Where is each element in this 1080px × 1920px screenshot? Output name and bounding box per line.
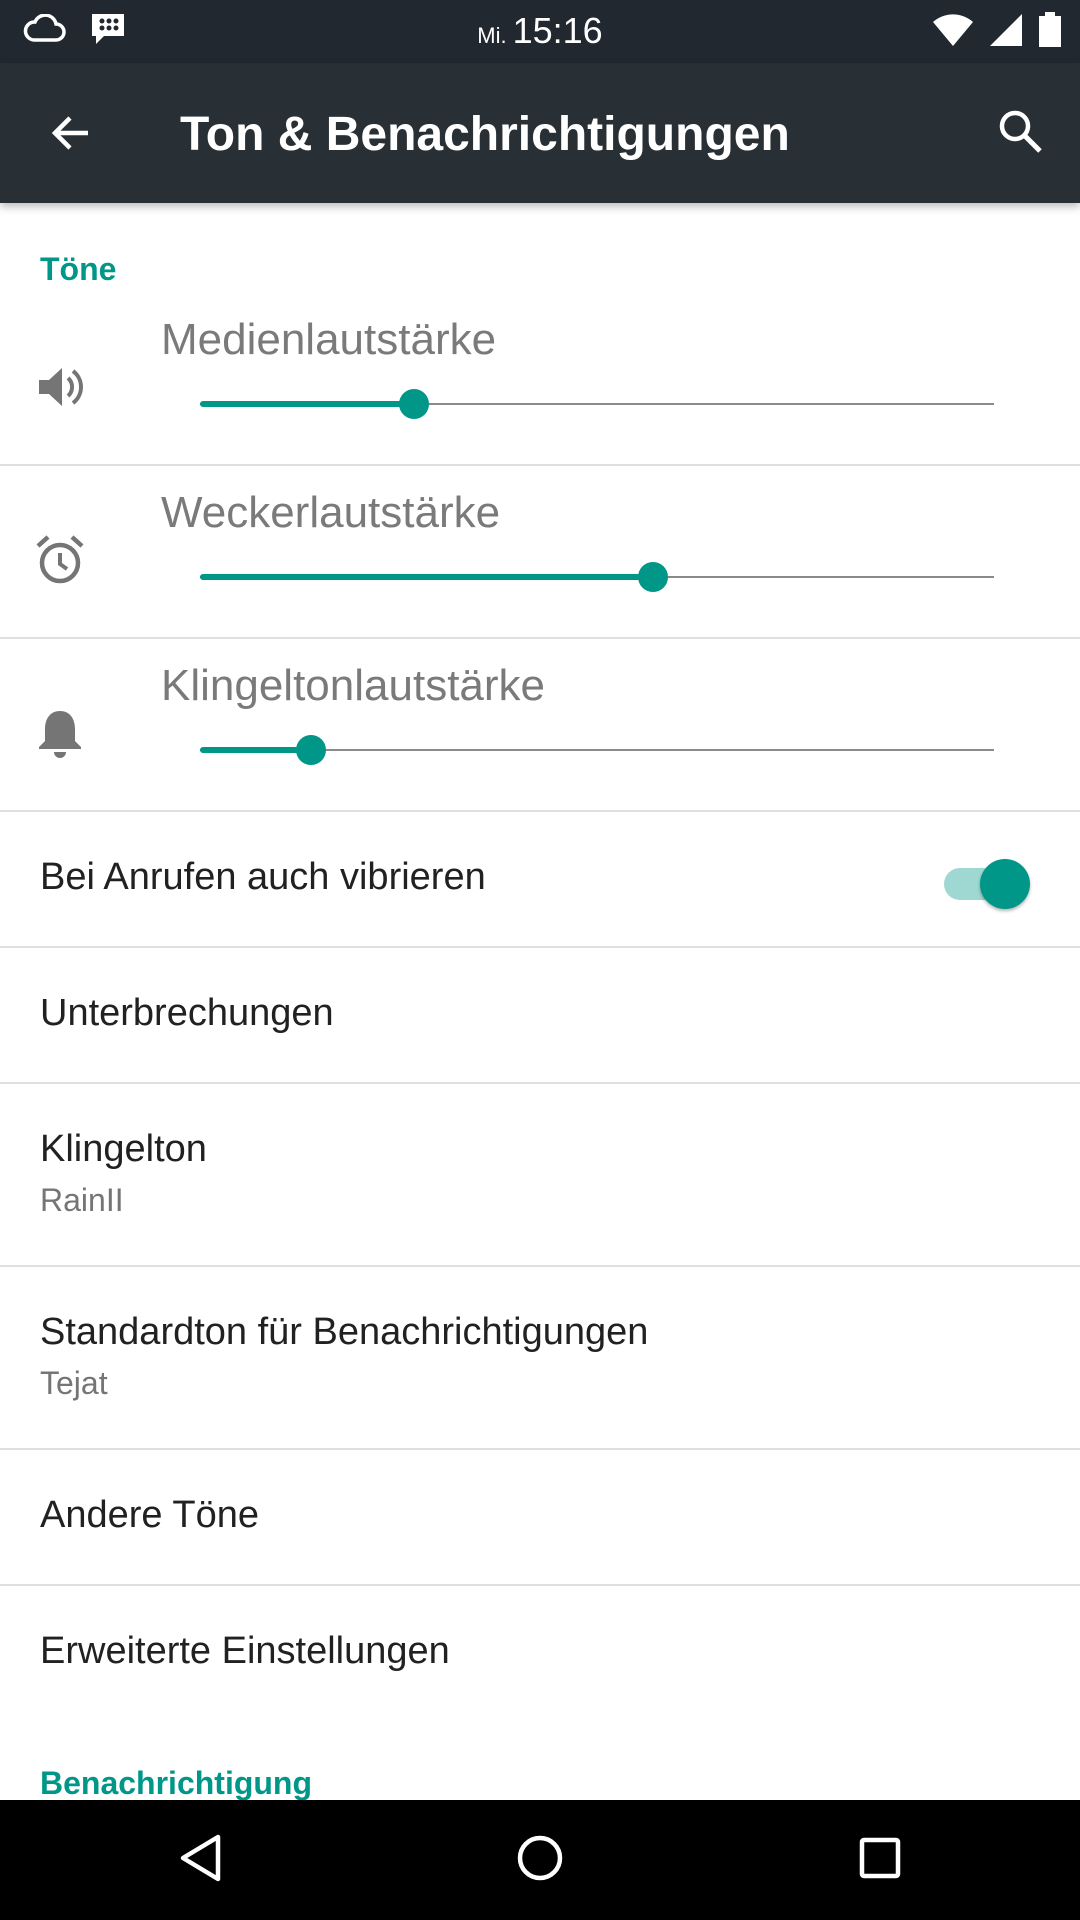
slider-thumb[interactable] <box>399 389 430 419</box>
status-right-icons <box>932 12 1062 53</box>
ringtone-row[interactable]: Klingelton RainII <box>0 1084 1080 1267</box>
signal-icon <box>988 12 1024 53</box>
search-button[interactable] <box>988 101 1052 165</box>
section-header-tones: Töne <box>40 251 117 287</box>
status-time: 15:16 <box>512 10 603 51</box>
bell-icon <box>30 703 90 763</box>
alarm-volume-slider[interactable] <box>200 562 994 592</box>
status-bar: Mi. 15:16 <box>0 0 1080 63</box>
vibrate-label: Bei Anrufen auch vibrieren <box>40 856 486 898</box>
interruptions-row[interactable]: Unterbrechungen <box>0 948 1080 1084</box>
settings-list[interactable]: Töne Medienlautstärke Weckerlautstärke K… <box>0 203 1080 1800</box>
app-bar: Ton & Benachrichtigungen <box>0 63 1080 203</box>
slider-fill <box>200 401 415 407</box>
nav-home-button[interactable] <box>500 1824 580 1896</box>
toggle-thumb <box>980 859 1030 909</box>
media-volume-slider[interactable] <box>200 389 994 419</box>
ringtone-volume-slider[interactable] <box>200 735 994 765</box>
alarm-icon <box>30 530 90 590</box>
back-button[interactable] <box>38 103 102 167</box>
slider-fill <box>200 574 653 580</box>
advanced-row[interactable]: Erweiterte Einstellungen <box>0 1586 1080 1722</box>
slider-label-alarm: Weckerlautstärke <box>161 488 501 537</box>
slider-thumb[interactable] <box>296 735 327 765</box>
home-circle-icon <box>515 1833 565 1888</box>
page-title: Ton & Benachrichtigungen <box>180 108 790 161</box>
section-header-notification: Benachrichtigung <box>40 1765 313 1800</box>
nav-recents-button[interactable] <box>840 1824 920 1896</box>
slider-label-ringtone: Klingeltonlautstärke <box>161 661 546 710</box>
volume-icon <box>30 357 90 417</box>
back-triangle-icon <box>178 1833 222 1888</box>
slider-label-media: Medienlautstärke <box>161 315 497 364</box>
slider-fill <box>200 747 312 753</box>
vibrate-toggle[interactable] <box>944 856 1032 909</box>
status-day: Mi. <box>477 23 507 48</box>
battery-icon <box>1038 12 1062 53</box>
arrow-back-icon <box>48 111 92 160</box>
notification-sound-value: Tejat <box>40 1365 108 1401</box>
search-icon <box>997 108 1043 159</box>
navigation-bar <box>0 1800 1080 1920</box>
interruptions-label: Unterbrechungen <box>40 992 334 1034</box>
slider-row-ringtone: Klingeltonlautstärke <box>0 639 1080 812</box>
notification-sound-row[interactable]: Standardton für Benachrichtigungen Tejat <box>0 1267 1080 1450</box>
slider-row-media: Medienlautstärke <box>0 293 1080 466</box>
advanced-label: Erweiterte Einstellungen <box>40 1630 450 1672</box>
other-sounds-label: Andere Töne <box>40 1494 260 1536</box>
nav-back-button[interactable] <box>160 1824 240 1896</box>
recents-square-icon <box>858 1836 902 1885</box>
ringtone-value: RainII <box>40 1182 124 1218</box>
notification-sound-label: Standardton für Benachrichtigungen <box>40 1311 649 1353</box>
ringtone-label: Klingelton <box>40 1128 207 1170</box>
status-clock: Mi. 15:16 <box>0 10 1080 52</box>
other-sounds-row[interactable]: Andere Töne <box>0 1450 1080 1586</box>
vibrate-row[interactable]: Bei Anrufen auch vibrieren <box>0 812 1080 948</box>
slider-row-alarm: Weckerlautstärke <box>0 466 1080 639</box>
slider-thumb[interactable] <box>637 562 668 592</box>
wifi-icon <box>932 12 974 53</box>
